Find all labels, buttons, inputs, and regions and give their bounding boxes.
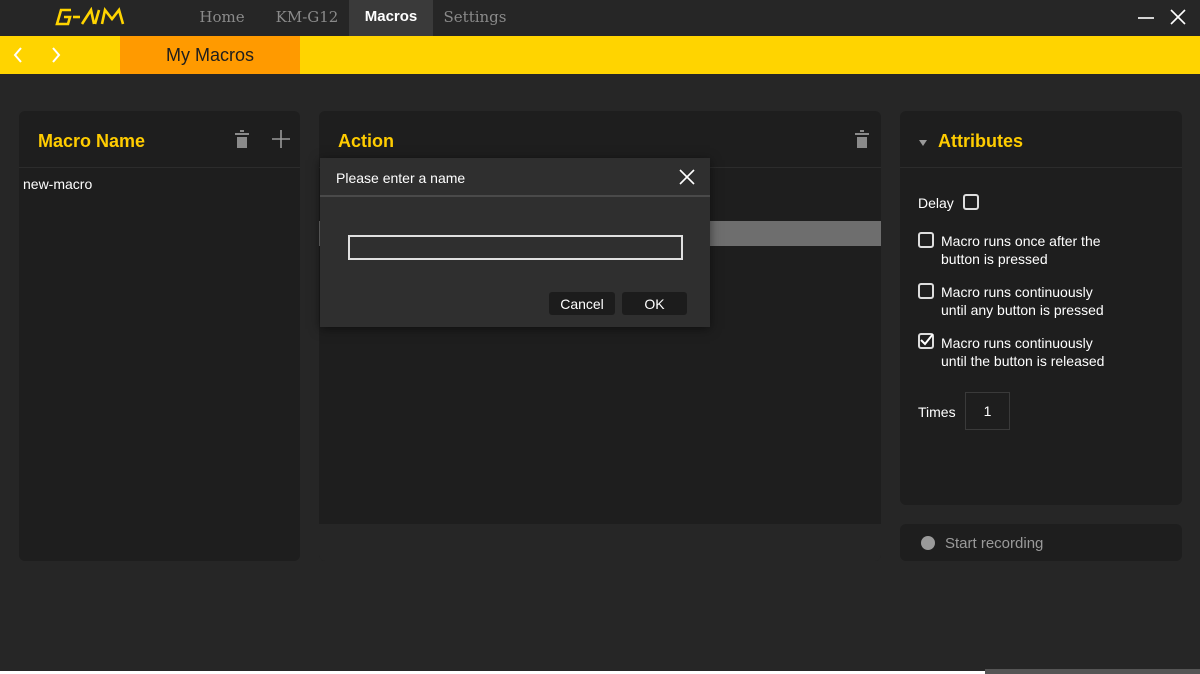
top-bar: Home KM-G12 Macros Settings <box>0 0 1200 36</box>
option-any-button-line1: Macro runs continuously <box>941 284 1093 300</box>
action-panel-footer <box>319 524 881 561</box>
cancel-button[interactable]: Cancel <box>549 292 615 315</box>
tab-home[interactable]: Home <box>186 0 258 36</box>
option-once-line2: button is pressed <box>941 251 1048 267</box>
option-any-button-label: Macro runs continuously until any button… <box>941 283 1104 319</box>
action-panel-title: Action <box>338 131 394 151</box>
triangle-down-icon[interactable] <box>918 139 928 147</box>
minimize-icon[interactable] <box>1135 6 1157 28</box>
macro-list-item[interactable]: new-macro <box>23 176 92 192</box>
option-until-released-line2: until the button is released <box>941 353 1105 369</box>
close-icon[interactable] <box>678 168 696 186</box>
tab-my-macros[interactable]: My Macros <box>120 36 300 74</box>
macro-name-input[interactable] <box>348 235 683 260</box>
option-once-line1: Macro runs once after the <box>941 233 1101 249</box>
option-any-button-line2: until any button is pressed <box>941 302 1104 318</box>
delay-checkbox[interactable] <box>963 194 979 210</box>
dialog-title: Please enter a name <box>336 170 466 186</box>
add-icon[interactable] <box>270 128 292 150</box>
tab-km-g12[interactable]: KM-G12 <box>265 0 349 36</box>
app-window: Home KM-G12 Macros Settings My Macros Ma… <box>0 0 1200 674</box>
macro-panel-header: Macro Name <box>19 111 300 168</box>
option-once-label: Macro runs once after the button is pres… <box>941 232 1101 268</box>
record-icon <box>921 536 935 550</box>
macro-panel-title: Macro Name <box>38 131 146 151</box>
dialog-header: Please enter a name <box>320 158 710 197</box>
close-window-icon[interactable] <box>1167 6 1189 28</box>
ok-button[interactable]: OK <box>622 292 687 315</box>
tab-settings[interactable]: Settings <box>433 0 517 36</box>
chevron-right-icon[interactable] <box>50 45 62 65</box>
times-label: Times <box>918 404 956 420</box>
delay-label: Delay <box>918 195 954 211</box>
taskbar-edge <box>985 669 1200 674</box>
option-until-released-checkbox[interactable] <box>918 333 934 349</box>
g-aim-logo <box>55 7 125 26</box>
checkmark-icon <box>920 333 934 346</box>
times-input[interactable]: 1 <box>965 392 1010 430</box>
trash-icon[interactable] <box>854 129 870 149</box>
option-once-checkbox[interactable] <box>918 232 934 248</box>
name-dialog: Please enter a name Cancel OK <box>320 158 710 327</box>
attributes-panel-header: Attributes <box>900 111 1182 168</box>
start-recording-button[interactable]: Start recording <box>900 524 1182 561</box>
option-any-button-checkbox[interactable] <box>918 283 934 299</box>
macro-name-panel: Macro Name new-macro <box>19 111 300 561</box>
sub-nav-bar: My Macros <box>0 36 1200 74</box>
attributes-panel-title: Attributes <box>938 131 1023 151</box>
option-until-released-label: Macro runs continuously until the button… <box>941 334 1104 370</box>
attributes-panel: Attributes Delay Macro runs once after t… <box>900 111 1182 505</box>
start-recording-label: Start recording <box>945 535 1044 552</box>
chevron-left-icon[interactable] <box>12 45 24 65</box>
tab-macros[interactable]: Macros <box>349 0 433 36</box>
trash-icon[interactable] <box>234 129 250 149</box>
option-until-released-line1: Macro runs continuously <box>941 335 1093 351</box>
